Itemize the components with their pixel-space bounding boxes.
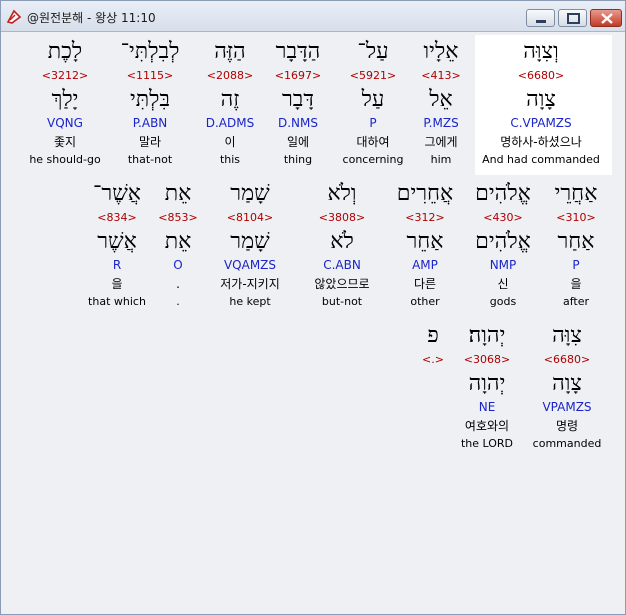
korean-gloss: 을	[570, 277, 582, 291]
maximize-icon	[567, 13, 580, 24]
strongs-number[interactable]: <310>	[501, 211, 626, 225]
close-icon	[601, 13, 613, 24]
minimize-button[interactable]	[526, 9, 555, 27]
english-gloss: after	[562, 295, 590, 308]
hebrew-lemma: צָוָה	[552, 371, 582, 396]
maximize-button[interactable]	[558, 9, 587, 27]
strongs-number[interactable]: <6680>	[492, 353, 626, 367]
app-window: @원전분해 - 왕상 11:10 לָכֶת <3212> יָלַךְ VQN…	[0, 0, 626, 615]
korean-gloss: 명하사-하셨으나	[500, 135, 582, 149]
english-gloss: commanded	[532, 437, 602, 450]
title-bar[interactable]: @원전분해 - 왕상 11:10	[1, 1, 625, 32]
interlinear-view: לָכֶת <3212> יָלַךְ VQNG 좇지 he should-go…	[2, 32, 624, 613]
hebrew-lemma: צָוָה	[526, 87, 556, 112]
window-title: @원전분해 - 왕상 11:10	[27, 11, 156, 25]
app-logo-icon	[6, 9, 22, 24]
parsing-code: VPAMZS	[542, 400, 592, 414]
parsing-code: C.VPAMZS	[510, 116, 572, 130]
korean-gloss: 명령	[555, 419, 579, 433]
english-gloss: And had commanded	[482, 153, 600, 166]
hebrew-surface: צִוָּה	[552, 323, 582, 348]
strongs-number[interactable]: <6680>	[466, 69, 616, 83]
close-button[interactable]	[590, 9, 622, 27]
hebrew-surface: וְצִוָּה	[523, 39, 559, 64]
parsing-code: P	[572, 258, 580, 272]
hebrew-surface: אַחֲרֵי	[554, 181, 598, 206]
hebrew-lemma: אַחַר	[557, 229, 595, 254]
minimize-icon	[536, 20, 546, 23]
